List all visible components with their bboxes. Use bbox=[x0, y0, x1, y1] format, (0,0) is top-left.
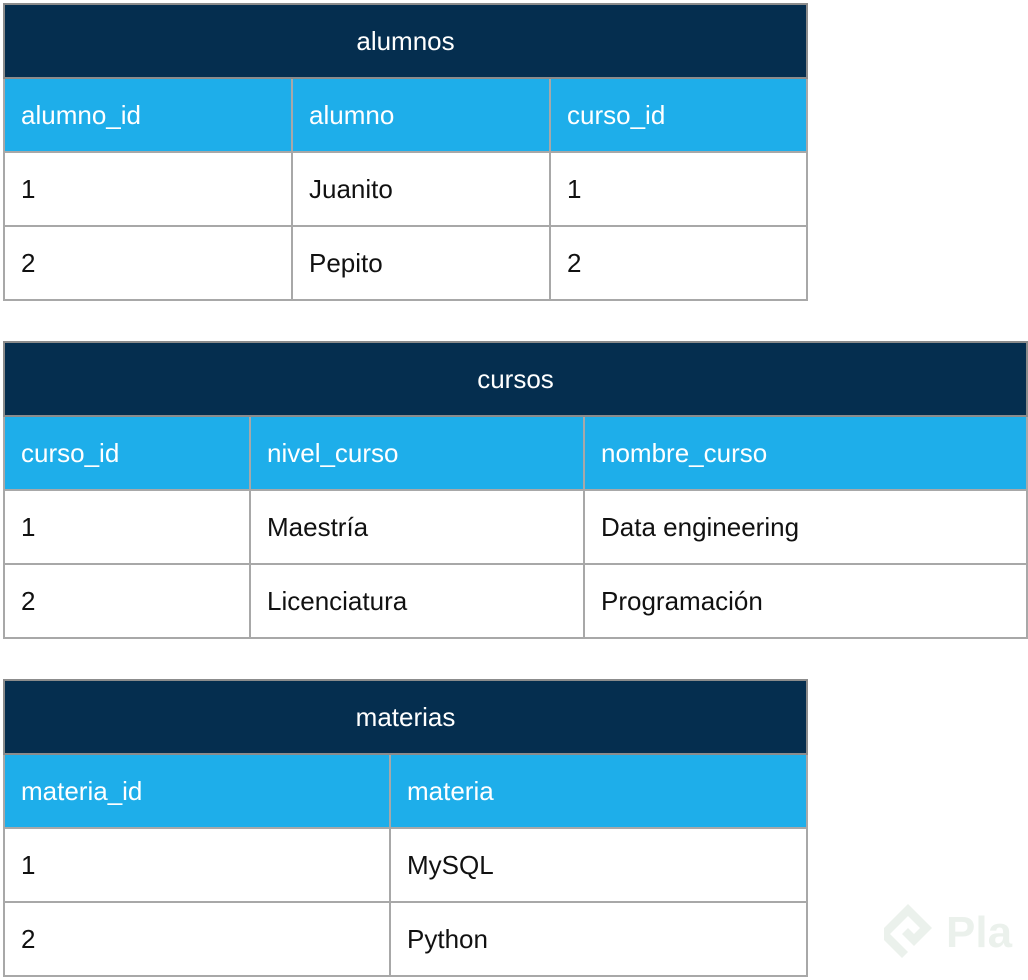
table-cell: 1 bbox=[3, 151, 293, 227]
table-title: alumnos bbox=[3, 3, 808, 79]
cursos-table: cursos curso_id nivel_curso nombre_curso… bbox=[3, 341, 1028, 639]
column-header: nombre_curso bbox=[583, 415, 1028, 491]
table-cell: MySQL bbox=[388, 827, 809, 903]
table-title-row: materias bbox=[2, 679, 809, 755]
table-cell: 1 bbox=[549, 151, 808, 227]
table-header-row: materia_id materia bbox=[3, 753, 809, 829]
column-header: alumno_id bbox=[3, 77, 293, 153]
table-cell: 2 bbox=[3, 901, 391, 977]
watermark-text: Pla bbox=[946, 908, 1013, 957]
table-cell: Pepito bbox=[291, 225, 551, 301]
table-title: cursos bbox=[3, 341, 1028, 417]
table-row: 2 Pepito 2 bbox=[3, 225, 808, 301]
table-cell: 1 bbox=[3, 489, 251, 565]
column-header: materia bbox=[388, 753, 809, 829]
page: alumnos alumno_id alumno curso_id 1 Juan… bbox=[0, 0, 1028, 980]
table-row: 2 Python bbox=[3, 901, 809, 977]
alumnos-table: alumnos alumno_id alumno curso_id 1 Juan… bbox=[3, 3, 808, 301]
column-header: nivel_curso bbox=[249, 415, 585, 491]
column-header: curso_id bbox=[3, 415, 251, 491]
table-title-row: alumnos bbox=[3, 3, 808, 79]
table-cell: 2 bbox=[3, 225, 293, 301]
table-cell: 2 bbox=[549, 225, 808, 301]
table-row: 2 Licenciatura Programación bbox=[3, 563, 1028, 639]
column-header: curso_id bbox=[549, 77, 808, 153]
table-cell: Data engineering bbox=[583, 489, 1028, 565]
table-cell: Python bbox=[388, 901, 809, 977]
table-row: 1 Maestría Data engineering bbox=[3, 489, 1028, 565]
table-title: materias bbox=[2, 679, 809, 755]
table-row: 1 Juanito 1 bbox=[3, 151, 808, 227]
column-header: materia_id bbox=[3, 753, 391, 829]
table-title-row: cursos bbox=[3, 341, 1028, 417]
platzi-logo-icon bbox=[880, 900, 936, 967]
table-cell: 2 bbox=[3, 563, 251, 639]
watermark: Pla bbox=[880, 898, 1028, 968]
table-cell: Juanito bbox=[291, 151, 551, 227]
materias-table: materias materia_id materia 1 MySQL 2 Py… bbox=[2, 679, 809, 977]
column-header: alumno bbox=[291, 77, 551, 153]
table-header-row: curso_id nivel_curso nombre_curso bbox=[3, 415, 1028, 491]
table-cell: Licenciatura bbox=[249, 563, 585, 639]
table-cell: 1 bbox=[3, 827, 391, 903]
table-cell: Programación bbox=[583, 563, 1028, 639]
table-cell: Maestría bbox=[249, 489, 585, 565]
table-header-row: alumno_id alumno curso_id bbox=[3, 77, 808, 153]
table-row: 1 MySQL bbox=[3, 827, 809, 903]
